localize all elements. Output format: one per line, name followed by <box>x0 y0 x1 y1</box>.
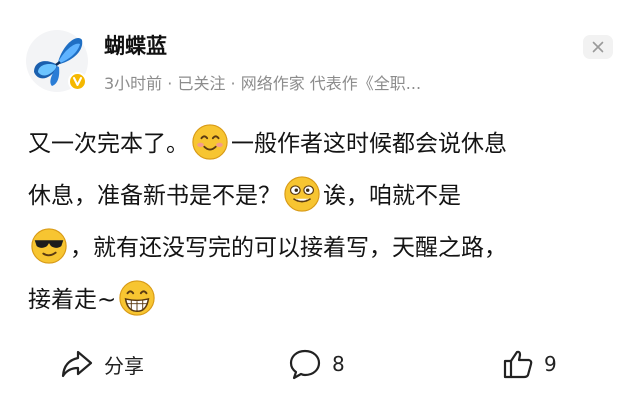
grin-emoji-icon <box>119 280 155 316</box>
username[interactable]: 蝴蝶蓝 <box>104 30 167 60</box>
cool-sunglasses-emoji-icon <box>31 228 67 264</box>
content-line1-b: 一般作者这时候都会说休息 <box>231 131 507 157</box>
verified-badge <box>68 72 87 91</box>
content-line4-a: 接着走~ <box>28 287 117 313</box>
like-count: 9 <box>544 352 557 376</box>
silly-emoji-icon <box>284 176 320 212</box>
content-line3-b: ，就有还没写完的可以接着写，天醒之路， <box>70 235 507 261</box>
share-icon <box>61 350 93 378</box>
content-line1-a: 又一次完本了。 <box>28 131 189 157</box>
comment-count: 8 <box>332 352 345 376</box>
post-meta: 3小时前 · 已关注 · 网络作家 代表作《全职... <box>104 74 422 93</box>
content-line2-b: 诶，咱就不是 <box>323 183 461 209</box>
thumbs-up-icon <box>503 350 533 379</box>
comment-icon <box>289 349 321 380</box>
avatar[interactable] <box>26 30 88 92</box>
share-button[interactable]: 分享 <box>60 344 144 384</box>
content-line2-a: 休息，准备新书是不是？ <box>28 183 281 209</box>
close-button[interactable] <box>583 35 613 59</box>
like-button[interactable]: 9 <box>502 344 557 384</box>
smile-emoji-icon <box>192 124 228 160</box>
verified-v-icon <box>73 77 82 86</box>
share-label: 分享 <box>104 353 144 378</box>
close-icon <box>592 41 604 53</box>
post-content: 又一次完本了。 一般作者这时候都会说休息休息，准备新书是不是？ 诶，咱就不是 ，… <box>28 118 618 326</box>
comment-button[interactable]: 8 <box>288 344 345 384</box>
